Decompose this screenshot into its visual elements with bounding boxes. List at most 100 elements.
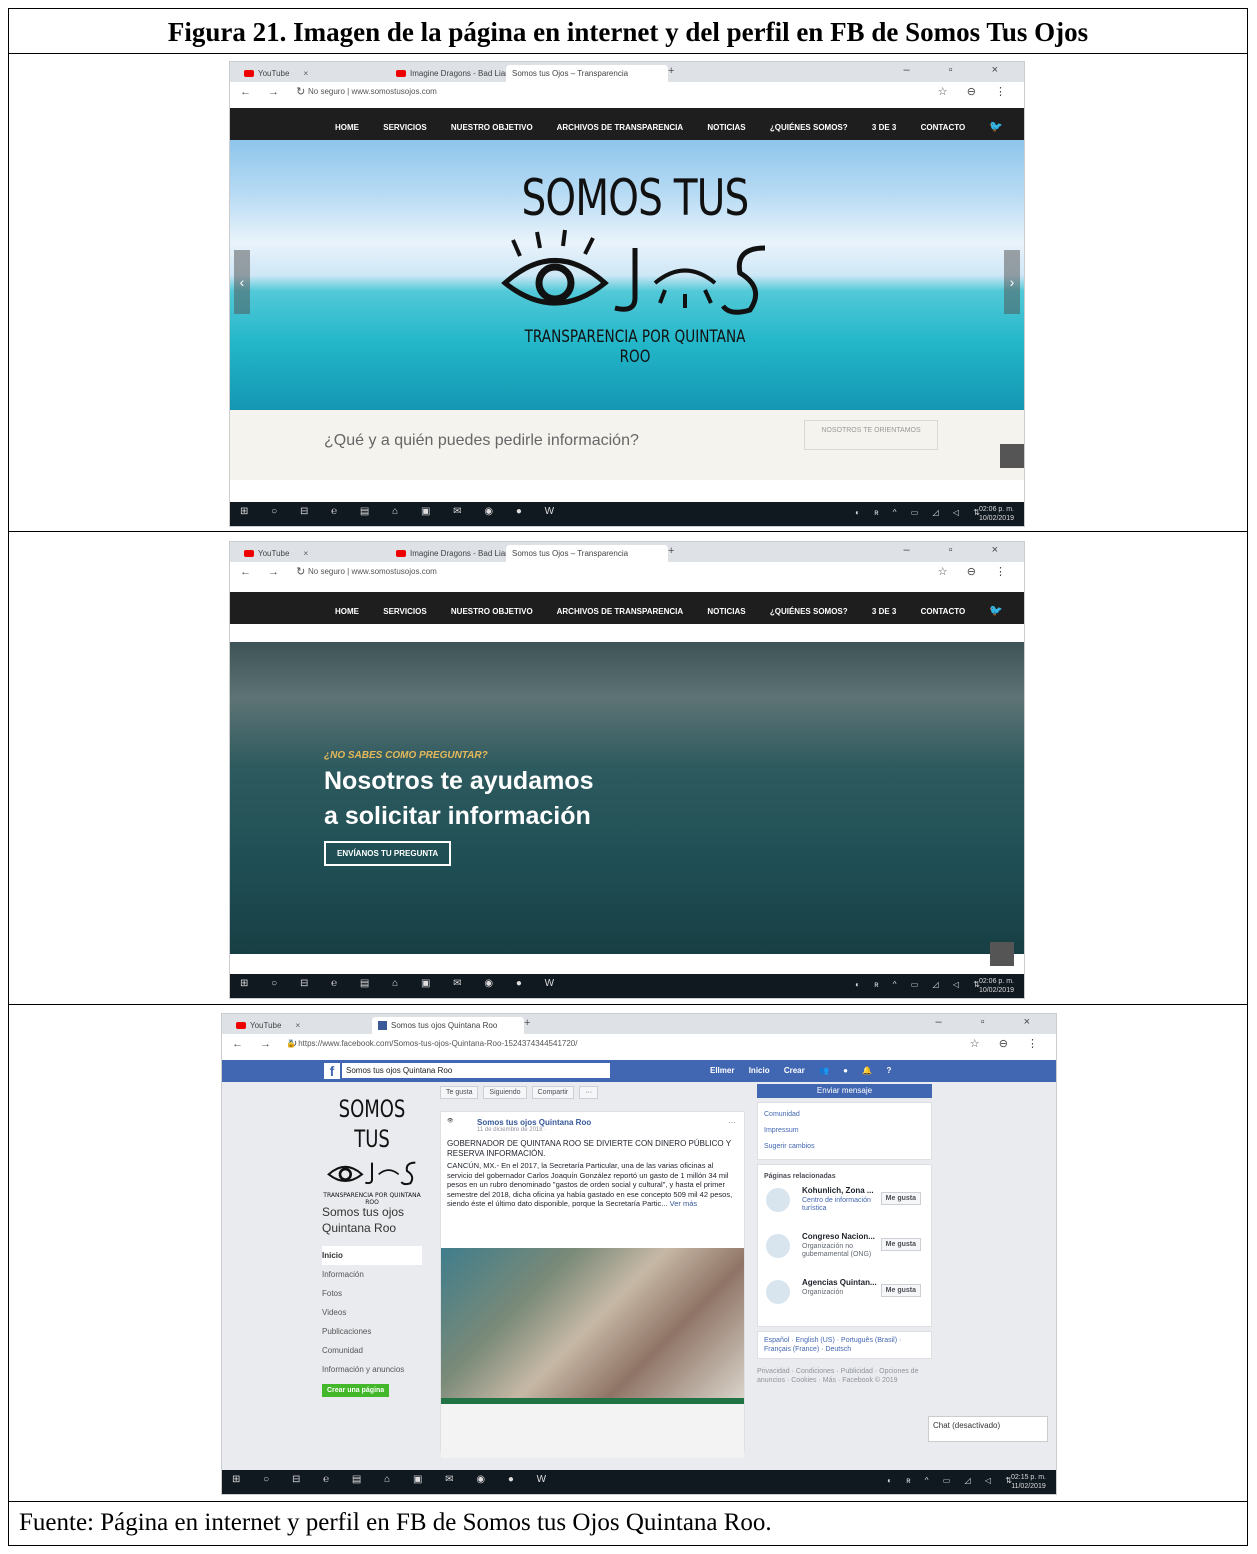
close-icon[interactable]: × [303,549,308,558]
nav-3de3[interactable]: 3 DE 3 [872,123,896,132]
menu-comunidad[interactable]: Comunidad [322,1341,422,1360]
new-tab-icon[interactable]: + [524,1017,530,1029]
help-icon[interactable]: ? [886,1066,891,1075]
chat-status[interactable]: Chat (desactivado) [928,1416,1048,1442]
back-to-top-button[interactable] [1000,444,1024,468]
nav-arrows-icon[interactable]: ← → ↻ [240,85,312,98]
site-nav: HOME SERVICIOS NUESTRO OBJETIVO ARCHIVOS… [230,108,1024,140]
prev-slide-icon[interactable]: ‹ [234,250,250,314]
window-controls[interactable]: – ▫ × [903,544,1016,556]
close-icon[interactable]: × [295,1021,300,1030]
tab-youtube[interactable]: YouTube × [238,545,400,562]
tab-youtube[interactable]: YouTube × [238,65,400,82]
facebook-search-input[interactable]: Somos tus ojos Quintana Roo [342,1063,610,1078]
nav-servicios[interactable]: SERVICIOS [383,123,426,132]
related-page-avatar[interactable] [766,1188,790,1212]
new-tab-icon[interactable]: + [668,65,674,77]
system-tray-icon[interactable]: ◐ ʀ ^ ▭ ◿ ◁ ⇅ [855,508,986,517]
nav-archivos[interactable]: ARCHIVOS DE TRANSPARENCIA [557,123,684,132]
nav-3de3[interactable]: 3 DE 3 [872,607,896,616]
tab-facebook[interactable]: Somos tus ojos Quintana Roo [372,1017,524,1034]
address-bar[interactable]: ← → ↻ No seguro | www.somostusojos.com ☆… [230,82,1024,102]
related-page-avatar[interactable] [766,1280,790,1304]
twitter-icon[interactable]: 🐦 [989,605,1003,617]
like-related-button[interactable]: Me gusta [880,1284,921,1297]
home-link[interactable]: Inicio [749,1066,770,1075]
screenshot-facebook: YouTube × Somos tus ojos Quintana Roo + –… [221,1013,1057,1495]
related-page-avatar[interactable] [766,1234,790,1258]
address-bar[interactable]: ← → ↻ 🔒 https://www.facebook.com/Somos-t… [222,1034,1056,1054]
page-info-box: Comunidad Impressum Sugerir cambios [757,1102,932,1160]
system-tray-icon[interactable]: ◐ ʀ ^ ▭ ◿ ◁ ⇅ [855,980,986,989]
profile-link[interactable]: Ellmer [710,1066,734,1075]
twitter-icon[interactable]: 🐦 [989,121,1003,133]
nav-servicios[interactable]: SERVICIOS [383,607,426,616]
post-author[interactable]: Somos tus ojos Quintana Roo [477,1118,738,1127]
site-nav: HOME SERVICIOS NUESTRO OBJETIVO ARCHIVOS… [230,592,1024,624]
tab-somos[interactable]: Somos tus Ojos – Transparencia [506,545,668,562]
like-related-button[interactable]: Me gusta [880,1238,921,1251]
share-button[interactable]: Compartir [531,1086,575,1099]
system-tray-icon[interactable]: ◐ ʀ ^ ▭ ◿ ◁ ⇅ [887,1476,1018,1485]
address-bar[interactable]: ← → ↻ No seguro | www.somostusojos.com ☆… [230,562,1024,582]
menu-publicaciones[interactable]: Publicaciones [322,1322,422,1341]
orient-button[interactable]: NOSOTROS TE ORIENTAMOS [804,420,938,450]
nav-noticias[interactable]: NOTICIAS [707,123,745,132]
more-button[interactable]: ··· [579,1086,599,1099]
nav-quienes[interactable]: ¿QUIÉNES SOMOS? [770,607,848,616]
language-list[interactable]: Español · English (US) · Português (Bras… [757,1331,932,1359]
nav-objetivo[interactable]: NUESTRO OBJETIVO [451,607,533,616]
nav-arrows-icon[interactable]: ← → ↻ [240,565,312,578]
tab-music[interactable]: Imagine Dragons - Bad Liar [390,545,512,562]
messenger-icon[interactable]: ● [843,1066,848,1075]
menu-fotos[interactable]: Fotos [322,1284,422,1303]
window-controls[interactable]: – ▫ × [935,1016,1048,1028]
menu-videos[interactable]: Videos [322,1303,422,1322]
star-icon[interactable]: ☆ ⊖ ⋮ [938,85,1014,98]
nav-noticias[interactable]: NOTICIAS [707,607,745,616]
tab-music[interactable]: Imagine Dragons - Bad Liar [390,65,512,82]
notifications-icon[interactable]: 🔔 [862,1066,872,1075]
post-date[interactable]: 11 de diciembre de 2018 · [477,1127,738,1133]
facebook-logo-icon[interactable]: f [324,1063,340,1079]
following-button[interactable]: Siguiendo [483,1086,527,1099]
post-options-icon[interactable]: ··· [728,1118,736,1127]
like-related-button[interactable]: Me gusta [880,1192,921,1205]
new-tab-icon[interactable]: + [668,545,674,557]
page-feed: Te gusta Siguiendo Compartir ··· 👁 ··· S… [440,1086,745,1458]
nav-objetivo[interactable]: NUESTRO OBJETIVO [451,123,533,132]
star-icon[interactable]: ☆ ⊖ ⋮ [938,565,1014,578]
tab-youtube[interactable]: YouTube × [230,1017,382,1034]
menu-informacion[interactable]: Información [322,1265,422,1284]
create-page-button[interactable]: Crear una página [322,1384,390,1397]
star-icon[interactable]: ☆ ⊖ ⋮ [970,1037,1046,1050]
like-page-button[interactable]: Te gusta [440,1086,479,1099]
post-body: CANCÚN, MX.- En el 2017, la Secretaría P… [447,1161,733,1208]
info-sugerir-cambios[interactable]: Sugerir cambios [764,1139,925,1155]
menu-info-anuncios[interactable]: Información y anuncios [322,1360,422,1379]
info-comunidad[interactable]: Comunidad [764,1107,925,1123]
taskbar-app-icons[interactable]: ⊞ ○ ⊟ ℮ ▤ ⌂ ▣ ✉ ◉ ● W [232,1474,556,1485]
post-photo[interactable] [441,1248,744,1398]
taskbar-app-icons[interactable]: ⊞ ○ ⊟ ℮ ▤ ⌂ ▣ ✉ ◉ ● W [240,978,564,989]
post-image-spreadsheet[interactable] [441,1398,744,1458]
see-more-link[interactable]: Ver más [670,1199,698,1208]
tab-somos[interactable]: Somos tus Ojos – Transparencia [506,65,668,82]
nav-home[interactable]: HOME [335,123,359,132]
nav-contacto[interactable]: CONTACTO [921,607,966,616]
send-message-button[interactable]: Enviar mensaje [757,1084,932,1098]
nav-quienes[interactable]: ¿QUIÉNES SOMOS? [770,123,848,132]
nav-home[interactable]: HOME [335,607,359,616]
friends-icon[interactable]: 👥 [819,1066,829,1075]
close-icon[interactable]: × [303,69,308,78]
create-link[interactable]: Crear [784,1066,805,1075]
back-to-top-button[interactable] [990,942,1014,966]
nav-contacto[interactable]: CONTACTO [921,123,966,132]
info-impressum[interactable]: Impressum [764,1123,925,1139]
window-controls[interactable]: – ▫ × [903,64,1016,76]
send-question-button[interactable]: ENVÍANOS TU PREGUNTA [324,841,452,866]
next-slide-icon[interactable]: › [1004,250,1020,314]
taskbar-app-icons[interactable]: ⊞ ○ ⊟ ℮ ▤ ⌂ ▣ ✉ ◉ ● W [240,506,564,517]
menu-inicio[interactable]: Inicio [322,1246,422,1265]
nav-archivos[interactable]: ARCHIVOS DE TRANSPARENCIA [557,607,684,616]
